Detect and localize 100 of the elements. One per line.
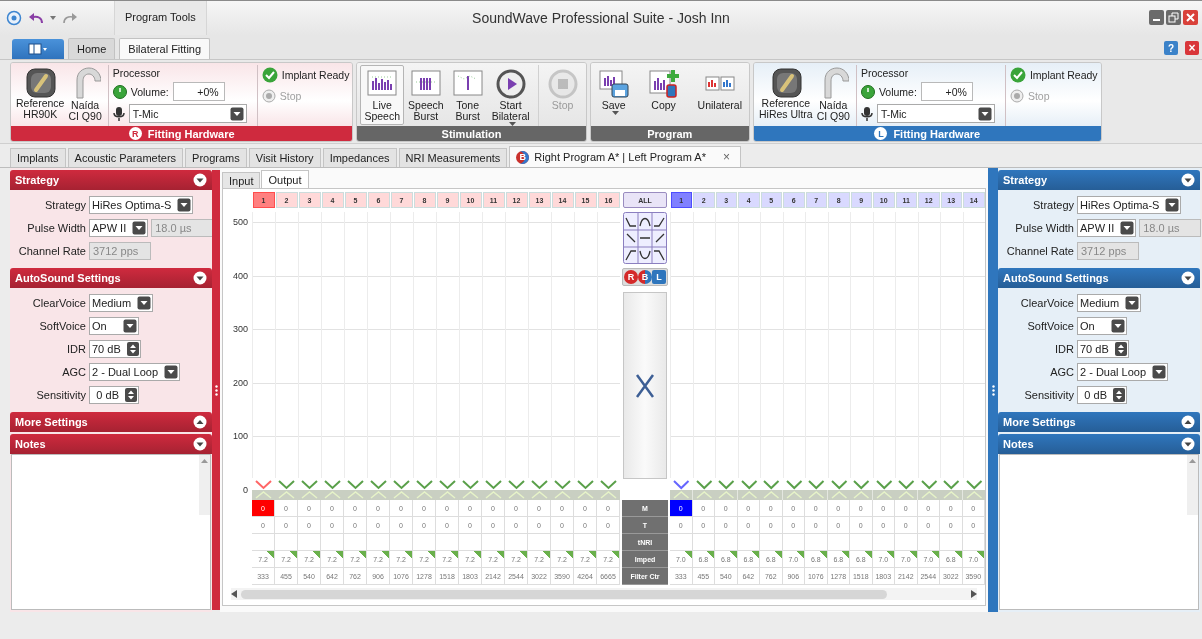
dropdown[interactable]: HiRes Optima-S xyxy=(89,196,194,214)
level-handle-icon[interactable] xyxy=(917,478,940,500)
device-button[interactable]: Naída CI Q90 xyxy=(814,65,852,123)
close-tab-button[interactable]: × xyxy=(722,150,730,164)
level-handle-icon[interactable] xyxy=(321,478,344,500)
document-tab[interactable]: Impedances xyxy=(322,148,397,167)
minimize-icon[interactable] xyxy=(1149,10,1164,25)
section-header[interactable]: AutoSound Settings xyxy=(998,268,1200,288)
volume-field[interactable]: +0% xyxy=(920,82,973,101)
section-header[interactable]: Notes xyxy=(998,434,1200,454)
power-icon[interactable] xyxy=(860,84,875,99)
dropdown[interactable]: 2 - Dual Loop xyxy=(89,363,181,381)
chevron-icon[interactable] xyxy=(1181,437,1195,451)
dropdown[interactable]: HiRes Optima-S xyxy=(1077,196,1182,214)
level-handle-icon[interactable] xyxy=(367,478,390,500)
notes-field[interactable] xyxy=(11,454,211,610)
dropdown[interactable]: Medium xyxy=(1077,294,1142,312)
level-handle-icon[interactable] xyxy=(760,478,783,500)
dropdown[interactable]: APW II xyxy=(89,219,149,237)
section-header[interactable]: Strategy xyxy=(998,170,1200,190)
level-handle-icon[interactable] xyxy=(436,478,459,500)
notes-field[interactable] xyxy=(999,454,1199,610)
chevron-icon[interactable] xyxy=(193,437,207,451)
ear-button[interactable]: R xyxy=(624,270,638,284)
section-header[interactable]: More Settings xyxy=(998,412,1200,432)
section-header[interactable]: AutoSound Settings xyxy=(10,268,212,288)
spinner-field[interactable]: 70 dB xyxy=(1077,340,1129,358)
ribbon-button[interactable]: Save xyxy=(593,65,634,118)
level-handle-icon[interactable] xyxy=(850,478,873,500)
document-tab[interactable]: Visit History xyxy=(248,148,321,167)
document-tab[interactable]: Programs xyxy=(185,148,247,167)
level-handle-icon[interactable] xyxy=(390,478,413,500)
level-handle-icon[interactable] xyxy=(459,478,482,500)
dropdown[interactable]: On xyxy=(89,317,139,335)
level-handle-icon[interactable] xyxy=(413,478,436,500)
level-handle-icon[interactable] xyxy=(895,478,918,500)
level-handle-icon[interactable] xyxy=(344,478,367,500)
ribbon-button[interactable]: Live Speech xyxy=(360,65,405,125)
dropdown[interactable]: APW II xyxy=(1077,219,1137,237)
device-button[interactable]: Naída CI Q90 xyxy=(66,65,104,123)
level-handle-icon[interactable] xyxy=(275,478,298,500)
level-handle-icon[interactable] xyxy=(782,478,805,500)
level-handle-icon[interactable] xyxy=(962,478,985,500)
help-button[interactable]: ? xyxy=(1164,41,1178,55)
spinner-field[interactable]: 0 dB xyxy=(1077,386,1127,404)
ribbon-tab[interactable]: Home xyxy=(68,38,116,59)
level-handle-icon[interactable] xyxy=(505,478,528,500)
close-icon[interactable] xyxy=(1183,10,1198,25)
ribbon-button[interactable]: Tone Burst xyxy=(447,65,488,125)
ribbon-button[interactable]: Copy xyxy=(643,65,684,114)
scroll-left-icon[interactable] xyxy=(231,590,237,598)
ear-button[interactable]: B xyxy=(638,270,652,284)
spinner-field[interactable]: 0 dB xyxy=(89,386,139,404)
document-tab[interactable]: Acoustic Parameters xyxy=(67,148,184,167)
ribbon-button[interactable]: Speech Burst xyxy=(404,65,448,125)
restore-icon[interactable] xyxy=(1166,10,1181,25)
level-handle-icon[interactable] xyxy=(482,478,505,500)
level-handle-icon[interactable] xyxy=(597,478,620,500)
input-dropdown[interactable]: T-Mic xyxy=(128,104,247,123)
application-menu-button[interactable] xyxy=(12,39,64,59)
spinner-field[interactable]: 70 dB xyxy=(89,340,141,358)
level-handle-icon[interactable] xyxy=(551,478,574,500)
level-handle-icon[interactable] xyxy=(872,478,895,500)
volume-field[interactable]: +0% xyxy=(172,82,225,101)
level-handle-icon[interactable] xyxy=(827,478,850,500)
scroll-right-icon[interactable] xyxy=(971,590,977,598)
document-tab[interactable]: Implants xyxy=(10,148,66,167)
device-button[interactable]: Reference HiRes Ultra xyxy=(756,65,815,121)
section-header[interactable]: More Settings xyxy=(10,412,212,432)
scrollbar-thumb[interactable] xyxy=(241,589,887,599)
redo-icon[interactable] xyxy=(61,10,79,26)
ear-button[interactable]: L xyxy=(652,270,666,284)
section-header[interactable]: Notes xyxy=(10,434,212,454)
chevron-icon[interactable] xyxy=(1181,271,1195,285)
cross-icon[interactable] xyxy=(635,372,655,399)
chevron-icon[interactable] xyxy=(1181,173,1195,187)
level-handle-icon[interactable] xyxy=(715,478,738,500)
chevron-icon[interactable] xyxy=(193,173,207,187)
caret-icon[interactable] xyxy=(50,16,56,20)
dropdown[interactable]: 2 - Dual Loop xyxy=(1077,363,1169,381)
close-button[interactable]: × xyxy=(1185,41,1199,55)
level-handle-icon[interactable] xyxy=(298,478,321,500)
ribbon-tab[interactable]: Bilateral Fitting xyxy=(119,38,211,59)
chevron-icon[interactable] xyxy=(193,271,207,285)
undo-icon[interactable] xyxy=(27,10,45,26)
section-header[interactable]: Strategy xyxy=(10,170,212,190)
level-handle-icon[interactable] xyxy=(252,478,275,500)
dropdown[interactable]: On xyxy=(1077,317,1127,335)
view-tab[interactable]: Input xyxy=(222,172,261,188)
ribbon-button[interactable]: Start Bilateral xyxy=(487,65,534,129)
power-icon[interactable] xyxy=(112,84,127,99)
view-tab[interactable]: Output xyxy=(261,170,309,188)
level-handle-icon[interactable] xyxy=(692,478,715,500)
dropdown[interactable]: Medium xyxy=(89,294,154,312)
chevron-icon[interactable] xyxy=(1181,415,1195,429)
device-button[interactable]: Reference HR90K xyxy=(14,65,67,121)
ribbon-button[interactable]: Unilateral xyxy=(693,65,746,114)
chevron-icon[interactable] xyxy=(193,415,207,429)
horizontal-scrollbar[interactable] xyxy=(231,588,977,600)
level-handle-icon[interactable] xyxy=(737,478,760,500)
